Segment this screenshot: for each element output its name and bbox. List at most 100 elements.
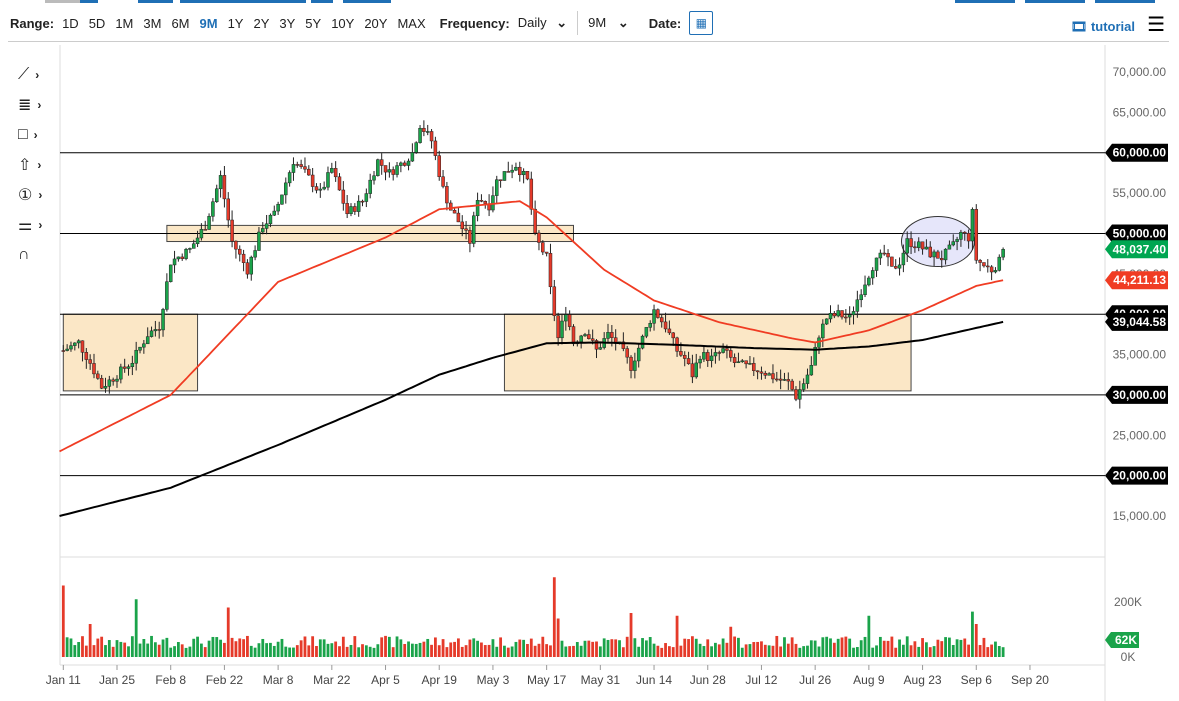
candle bbox=[560, 320, 564, 339]
volume-bar bbox=[621, 647, 625, 657]
y-tick-label: 35,000.00 bbox=[1113, 348, 1167, 362]
volume-bar bbox=[660, 647, 664, 657]
volume-bar bbox=[437, 645, 441, 657]
volume-bar bbox=[192, 638, 196, 657]
volume-bar bbox=[249, 645, 253, 657]
candle bbox=[207, 216, 211, 230]
candle bbox=[103, 386, 108, 389]
volume-bar bbox=[376, 644, 380, 657]
volume-bar bbox=[671, 647, 675, 657]
volume-bar bbox=[890, 636, 894, 657]
volume-bar bbox=[967, 644, 970, 657]
candle bbox=[805, 374, 810, 384]
candle bbox=[383, 165, 388, 173]
candle bbox=[913, 246, 917, 249]
volume-bar bbox=[81, 636, 84, 657]
volume-bar bbox=[253, 647, 257, 657]
volume-bar bbox=[349, 644, 353, 657]
candle bbox=[537, 232, 541, 243]
ma200-label: 39,044.58 bbox=[1113, 315, 1167, 329]
volume-bar bbox=[545, 644, 549, 657]
volume-bar bbox=[955, 639, 959, 657]
volume-bar bbox=[280, 638, 284, 657]
candle bbox=[341, 189, 346, 204]
volume-bar bbox=[859, 640, 863, 657]
candle bbox=[878, 252, 883, 259]
volume-bar bbox=[65, 637, 69, 657]
candle bbox=[65, 348, 69, 351]
candle bbox=[69, 345, 73, 350]
x-tick-label: Feb 8 bbox=[155, 673, 186, 687]
candle bbox=[556, 315, 560, 339]
candle bbox=[778, 378, 783, 381]
candle bbox=[491, 195, 495, 211]
volume-bar bbox=[529, 638, 533, 657]
candle bbox=[61, 350, 66, 352]
volume-bar bbox=[932, 646, 936, 657]
candle bbox=[744, 360, 748, 365]
volume-bar bbox=[863, 636, 867, 657]
volume-bar bbox=[717, 644, 721, 657]
volume-bar bbox=[188, 646, 192, 657]
candle bbox=[203, 229, 207, 231]
price-chart[interactable]: 70,000.0065,000.0055,000.0045,000.0035,0… bbox=[0, 0, 1179, 701]
candle bbox=[633, 360, 637, 371]
volume-bar bbox=[269, 642, 272, 657]
candle bbox=[686, 358, 691, 365]
candle bbox=[679, 351, 683, 356]
volume-bar bbox=[203, 647, 207, 657]
candle bbox=[771, 373, 775, 380]
volume-bar bbox=[614, 639, 618, 657]
candle bbox=[625, 348, 629, 358]
volume-bar bbox=[560, 640, 564, 657]
volume-bar bbox=[702, 646, 706, 657]
candle bbox=[307, 168, 311, 176]
volume-bar bbox=[840, 637, 844, 657]
candle bbox=[92, 363, 96, 375]
volume-bar bbox=[733, 636, 736, 657]
volume-bar bbox=[73, 645, 77, 657]
volume-bar bbox=[173, 646, 176, 657]
volume-bar bbox=[368, 646, 372, 657]
volume-bar bbox=[533, 645, 537, 657]
candle bbox=[280, 194, 284, 205]
candle bbox=[997, 256, 1002, 271]
volume-bar bbox=[583, 640, 587, 657]
volume-bar bbox=[794, 643, 798, 657]
volume-bar bbox=[257, 643, 261, 657]
x-tick-label: Mar 22 bbox=[313, 673, 351, 687]
volume-bar bbox=[986, 647, 990, 657]
volume-bar bbox=[667, 646, 671, 657]
candle bbox=[437, 155, 441, 177]
candle bbox=[264, 223, 269, 229]
candle bbox=[855, 299, 860, 312]
volume-bar bbox=[852, 647, 855, 657]
volume-bar bbox=[925, 642, 928, 657]
volume-bar bbox=[311, 636, 315, 657]
volume-bar bbox=[775, 635, 779, 657]
candle bbox=[667, 328, 672, 334]
volume-bar bbox=[905, 636, 909, 657]
y-tick-label: 70,000.00 bbox=[1113, 65, 1167, 79]
volume-bar bbox=[410, 643, 414, 657]
candle bbox=[188, 248, 192, 250]
volume-bar bbox=[737, 637, 740, 657]
volume-bar bbox=[503, 645, 506, 657]
candle bbox=[798, 389, 802, 400]
candle bbox=[541, 242, 545, 253]
volume-bar bbox=[399, 639, 403, 657]
volume-bar bbox=[472, 638, 476, 657]
candle bbox=[460, 221, 464, 230]
volume-tick-label: 200K bbox=[1114, 595, 1142, 609]
volume-bar bbox=[107, 640, 111, 657]
candle bbox=[571, 326, 576, 345]
volume-bar bbox=[641, 638, 644, 657]
volume-bar bbox=[1001, 647, 1005, 657]
candle bbox=[495, 179, 499, 196]
volume-bar bbox=[836, 638, 840, 657]
volume-bar bbox=[963, 638, 967, 657]
volume-bar bbox=[744, 644, 748, 657]
volume-bar bbox=[119, 641, 123, 657]
candle bbox=[943, 248, 948, 261]
volume-bar bbox=[176, 642, 180, 657]
